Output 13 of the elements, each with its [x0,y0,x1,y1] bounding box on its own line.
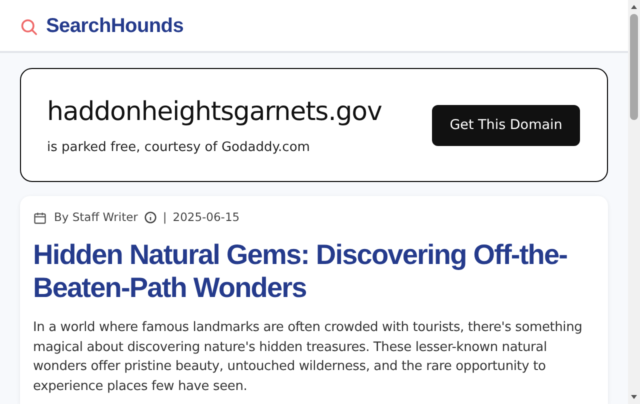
calendar-icon [33,210,47,225]
article-title: Hidden Natural Gems: Discovering Off-the-Beaten-Path Wonders [33,238,568,304]
author-text: By Staff Writer [54,209,138,226]
get-domain-button[interactable]: Get This Domain [432,104,580,146]
scrollbar[interactable] [628,0,640,404]
date-text: 2025-06-15 [172,209,240,226]
domain-name: haddonheightsgarnets.gov [47,96,382,128]
parked-text: is parked free, courtesy of Godaddy.com [47,139,311,158]
logo-text[interactable]: SearchHounds [46,10,184,40]
search-icon [20,18,38,36]
separator-text: | [162,209,167,226]
info-icon [144,211,157,224]
article-paragraph: In a world where famous landmarks are often crowded with tourists, there's something magical about discovering nature's hidden treasures. These lesser-known natural wonders offer pristine beauty, untouched wilderness, and the rare opportunity to experience places few have seen. [33,319,584,396]
